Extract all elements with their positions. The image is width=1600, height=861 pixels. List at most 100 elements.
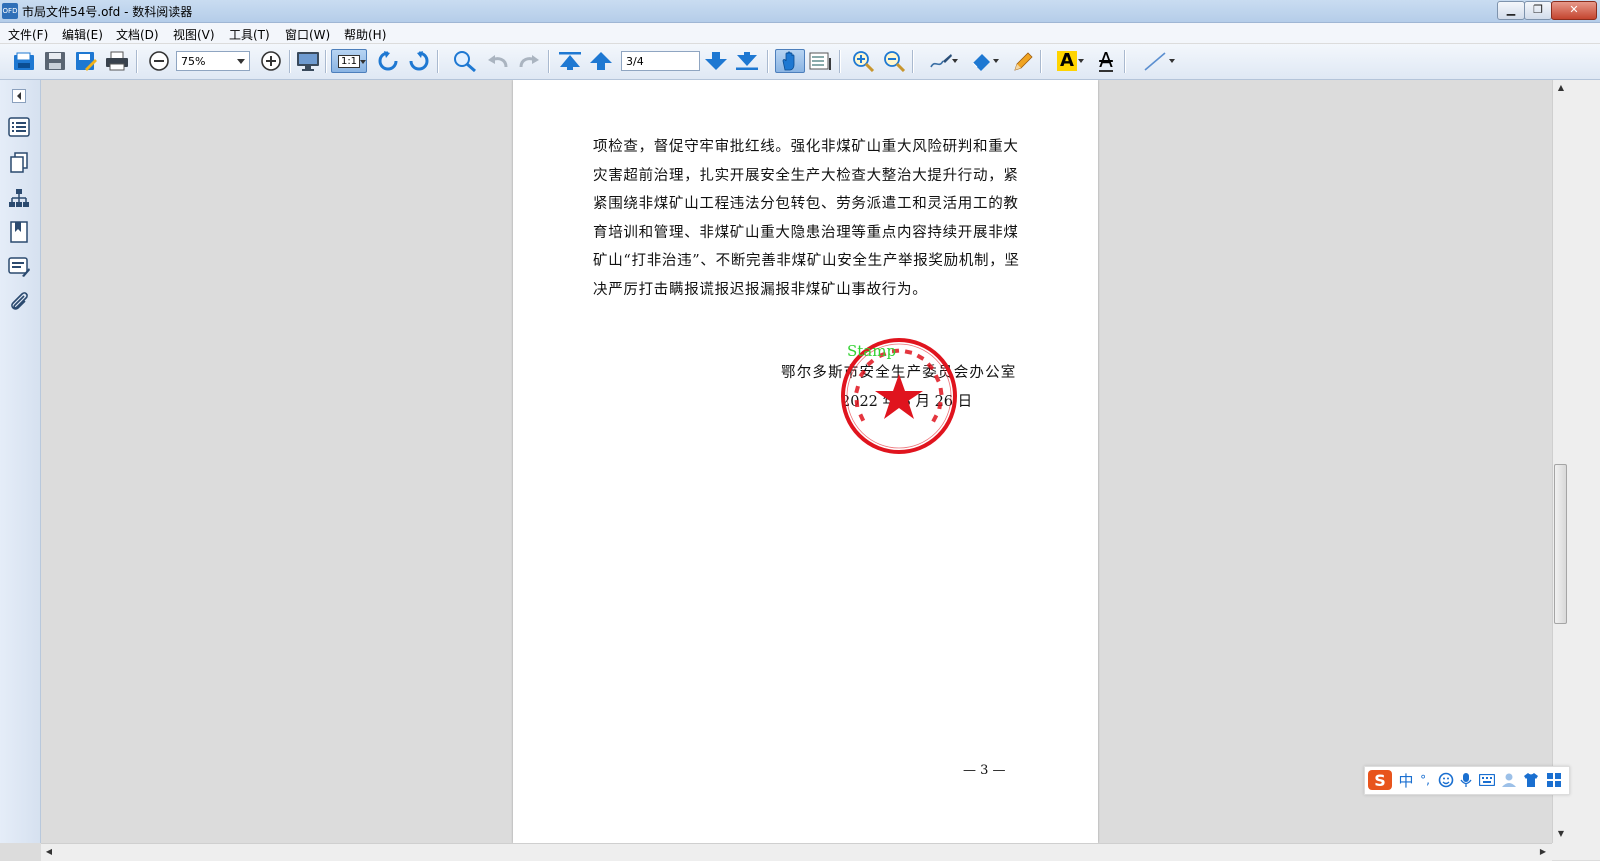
redo-icon[interactable]	[516, 49, 542, 73]
chevron-down-icon	[237, 59, 245, 64]
strikethrough-icon: A	[1099, 48, 1113, 72]
search-icon[interactable]	[452, 49, 478, 73]
scroll-down-icon[interactable]: ▼	[1554, 827, 1568, 841]
scroll-up-icon[interactable]: ▲	[1554, 81, 1568, 95]
menu-edit[interactable]: 编辑(E)	[62, 26, 103, 43]
annotations-icon[interactable]	[8, 256, 30, 278]
hand-tool-icon[interactable]	[775, 49, 805, 73]
zoom-in-icon[interactable]	[258, 49, 284, 73]
chevron-down-icon	[993, 59, 999, 63]
left-panel	[0, 80, 41, 843]
print-icon[interactable]	[104, 49, 130, 73]
close-button[interactable]: ✕	[1551, 1, 1597, 20]
first-page-icon[interactable]	[557, 49, 583, 73]
thumbnails-icon[interactable]	[8, 152, 30, 174]
toolbar-separator	[767, 50, 768, 73]
chevron-down-icon	[1078, 59, 1084, 63]
ime-punctuation[interactable]: °,	[1417, 770, 1433, 790]
save-as-icon[interactable]	[73, 49, 99, 73]
toolbar-separator	[1040, 50, 1041, 73]
paragraph-line: 矿山“打非治违”、不断完善非煤矿山安全生产举报奖励机制，坚	[593, 253, 1020, 269]
grid-menu-icon[interactable]	[1545, 770, 1563, 790]
pencil-icon[interactable]	[1010, 49, 1036, 73]
page-value: 3/4	[626, 55, 644, 68]
document-page: 项检查，督促守牢审批红线。强化非煤矿山重大风险研判和重大 灾害超前治理，扎实开展…	[513, 80, 1098, 843]
structure-tree-icon[interactable]	[8, 187, 30, 209]
toolbar-separator	[839, 50, 840, 73]
chevron-down-icon	[952, 59, 958, 63]
zoom-tool-out-icon[interactable]	[882, 49, 908, 73]
next-page-icon[interactable]	[703, 49, 729, 73]
toolbar-separator	[437, 50, 438, 73]
menu-view[interactable]: 视图(V)	[173, 26, 215, 43]
vertical-scroll-thumb[interactable]	[1554, 464, 1567, 624]
menu-document[interactable]: 文档(D)	[116, 26, 159, 43]
page-number: — 3 —	[963, 763, 1006, 778]
paragraph-line: 育培训和管理、非煤矿山重大隐患治理等重点内容持续开展非煤	[593, 224, 1019, 241]
attachment-icon[interactable]	[8, 290, 30, 312]
line-tool-icon[interactable]	[1136, 49, 1176, 73]
body-paragraph: 项检查，督促守牢审批红线。强化非煤矿山重大风险研判和重大 灾害超前治理，扎实开展…	[593, 133, 1029, 304]
zoom-out-icon[interactable]	[146, 49, 172, 73]
document-viewport[interactable]: 项检查，督促守牢审批红线。强化非煤矿山重大风险研判和重大 灾害超前治理，扎实开展…	[41, 80, 1551, 843]
open-icon[interactable]	[11, 49, 37, 73]
vertical-scrollbar[interactable]: ▲ ▼	[1552, 80, 1569, 843]
rotate-right-icon[interactable]	[406, 49, 432, 73]
pen-tool-icon[interactable]	[924, 49, 958, 73]
strikethrough-button[interactable]: A	[1093, 49, 1119, 73]
zoom-tool-in-icon[interactable]	[851, 49, 877, 73]
toolbar-separator	[912, 50, 913, 73]
paragraph-line: 决严厉打击瞒报谎报迟报漏报非煤矿山事故行为。	[593, 281, 928, 298]
microphone-icon[interactable]	[1458, 770, 1474, 790]
actual-size-button[interactable]: 1:1	[331, 49, 367, 73]
outline-icon[interactable]	[8, 116, 30, 138]
page-number-input[interactable]: 3/4	[621, 51, 700, 71]
text-select-icon[interactable]	[808, 49, 834, 73]
paragraph-line: 项检查，督促守牢审批红线。强化非煤矿山重大风险研判和重大	[593, 139, 1019, 155]
previous-page-icon[interactable]	[588, 49, 614, 73]
highlight-text-button[interactable]: A	[1049, 49, 1085, 73]
actual-size-label: 1:1	[337, 54, 361, 68]
toolbar-separator	[325, 50, 326, 73]
scroll-right-icon[interactable]: ▶	[1536, 845, 1550, 859]
emoji-icon[interactable]	[1437, 770, 1455, 790]
zoom-value: 75%	[181, 55, 206, 68]
zoom-combobox[interactable]: 75%	[176, 51, 250, 71]
paragraph-line: 紧围绕非煤矿山工程违法分包转包、劳务派遣工和灵活用工的教	[593, 196, 1019, 212]
highlight-icon: A	[1057, 51, 1077, 71]
undo-icon[interactable]	[485, 49, 511, 73]
menu-help[interactable]: 帮助(H)	[344, 26, 386, 43]
app-icon: OFD	[2, 3, 18, 19]
keyboard-icon[interactable]	[1478, 770, 1496, 790]
save-icon[interactable]	[42, 49, 68, 73]
horizontal-scrollbar[interactable]: ◀ ▶	[41, 843, 1552, 861]
scrollbar-corner	[1552, 843, 1600, 860]
collapse-panel-icon[interactable]	[8, 85, 30, 107]
minimize-button[interactable]: ▁	[1497, 1, 1525, 20]
paragraph-line: 灾害超前治理，扎实开展安全生产大检查大整治大提升行动，紧	[593, 167, 1019, 184]
title-bar: OFD 市局文件54号.ofd - 数科阅读器 ▁ ❐ ✕	[0, 0, 1600, 23]
ime-logo-icon[interactable]: S	[1368, 770, 1392, 790]
stamp-label: Stamp	[847, 342, 897, 360]
bookmark-icon[interactable]	[8, 221, 30, 243]
menu-tools[interactable]: 工具(T)	[229, 26, 270, 43]
chevron-down-icon	[1169, 59, 1175, 63]
user-icon[interactable]	[1500, 770, 1518, 790]
menu-window[interactable]: 窗口(W)	[285, 26, 330, 43]
eraser-icon[interactable]	[965, 49, 999, 73]
toolbar-separator	[1124, 50, 1125, 73]
fullscreen-icon[interactable]	[295, 49, 321, 73]
skin-shirt-icon[interactable]	[1522, 770, 1540, 790]
ime-chinese-mode[interactable]: 中	[1397, 770, 1415, 790]
ime-toolbar[interactable]: S 中 °,	[1364, 766, 1570, 795]
chevron-down-icon	[360, 60, 366, 64]
maximize-button[interactable]: ❐	[1524, 1, 1552, 20]
window-title: 市局文件54号.ofd - 数科阅读器	[22, 5, 193, 19]
rotate-left-icon[interactable]	[375, 49, 401, 73]
menu-bar: 文件(F) 编辑(E) 文档(D) 视图(V) 工具(T) 窗口(W) 帮助(H…	[0, 23, 1600, 43]
toolbar-separator	[136, 50, 137, 73]
menu-file[interactable]: 文件(F)	[8, 26, 48, 43]
scroll-left-icon[interactable]: ◀	[42, 845, 56, 859]
toolbar: 75% 1:1 3/4 A A	[0, 44, 1600, 80]
last-page-icon[interactable]	[734, 49, 760, 73]
